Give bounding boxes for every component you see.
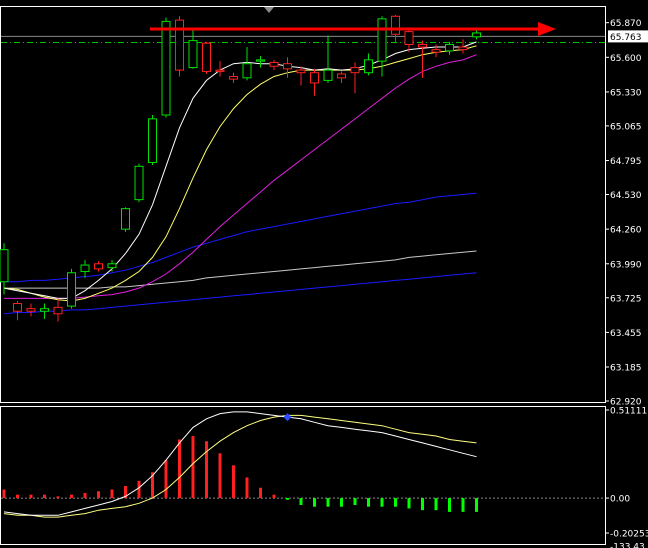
macd-histogram-bar	[448, 498, 451, 512]
candle-body	[107, 263, 117, 269]
macd-axis: 0.51111 0.00 -0.20253 -133.43	[605, 407, 648, 548]
candle-body	[148, 118, 157, 163]
candle-body	[418, 43, 427, 48]
price-tick-label: 64.795	[610, 157, 642, 167]
candle-body	[94, 263, 103, 270]
price-axis: 65.870 65.600 65.330 65.065 64.795 64.530 64.2…	[605, 19, 648, 408]
candle-body	[0, 249, 9, 283]
candle[interactable]	[67, 268, 76, 309]
macd-histogram-bar	[421, 498, 424, 511]
candle-body	[337, 73, 346, 79]
macd-panel[interactable]	[0, 406, 606, 545]
macd-histogram-bar	[407, 498, 411, 509]
macd-histogram-bar	[29, 494, 33, 499]
macd-tick-label: -0.20253	[610, 530, 648, 540]
candle-body	[229, 76, 238, 80]
macd-histogram-bar	[2, 489, 6, 499]
macd-histogram-bar	[43, 494, 46, 499]
candle-body	[134, 165, 144, 201]
macd-panel-frame	[0, 406, 606, 545]
macd-tick-label: 0.00	[610, 495, 630, 505]
macd-histogram-bar	[97, 491, 100, 499]
candle[interactable]	[202, 41, 211, 74]
macd-histogram-bar	[461, 498, 465, 512]
price-tick-label: 65.870	[610, 19, 642, 29]
candle-body	[40, 308, 49, 312]
candle-body	[377, 18, 387, 62]
current-price-label: 65.763	[610, 33, 642, 43]
candle-body	[242, 63, 252, 79]
macd-histogram-bar	[434, 498, 438, 511]
macd-tick-label: 0.51111	[610, 407, 647, 417]
macd-histogram-bar	[340, 498, 343, 507]
macd-histogram-bar	[380, 498, 384, 507]
macd-histogram-bar	[326, 498, 330, 507]
candle-body	[13, 303, 22, 312]
candle-body	[404, 31, 414, 45]
candle-body	[472, 32, 481, 38]
candle-body	[350, 67, 360, 74]
macd-histogram-bar	[191, 436, 195, 499]
macd-histogram-bar	[367, 498, 370, 507]
candle-body	[53, 306, 63, 315]
candle-body	[67, 272, 76, 307]
candle[interactable]	[148, 115, 157, 166]
price-panel-frame	[0, 6, 606, 403]
candle-body	[310, 72, 319, 84]
macd-histogram-bar	[353, 498, 357, 505]
macd-histogram-bar	[110, 489, 114, 499]
macd-histogram-bar	[164, 460, 168, 499]
macd-histogram-bar	[218, 453, 222, 499]
macd-histogram-bar	[83, 492, 87, 499]
price-tick-label: 65.600	[610, 54, 642, 64]
macd-histogram-bar	[16, 494, 19, 499]
candle-body	[202, 42, 211, 72]
candle[interactable]	[175, 16, 184, 77]
macd-histogram-bar	[178, 439, 181, 499]
macd-histogram-bar	[205, 441, 208, 499]
candle-body	[269, 61, 279, 67]
price-tick-label: 63.725	[610, 294, 642, 304]
macd-histogram-bar	[313, 498, 316, 507]
price-tick-label: 64.260	[610, 226, 642, 236]
price-panel[interactable]	[0, 6, 606, 403]
macd-histogram-bar	[394, 498, 397, 507]
trading-chart: 65.870 65.600 65.330 65.065 64.795 64.530 64.2…	[0, 6, 648, 548]
macd-histogram-bar	[475, 498, 478, 512]
candle-body	[215, 69, 225, 72]
candle-body	[26, 308, 36, 312]
macd-histogram-bar	[56, 496, 60, 499]
macd-histogram-bar	[259, 487, 262, 499]
macd-tick-label: -133.43	[610, 543, 645, 548]
price-tick-label: 63.185	[610, 364, 642, 374]
candle-body	[445, 43, 454, 52]
candle[interactable]	[161, 17, 171, 118]
macd-histogram-bar	[299, 498, 303, 505]
candle-body	[188, 40, 198, 69]
macd-histogram-bar	[137, 480, 141, 499]
price-tick-label: 63.990	[610, 260, 642, 270]
candle-body	[161, 20, 171, 116]
candle-body	[256, 59, 265, 62]
price-tick-label: 63.455	[610, 329, 642, 339]
candle-body	[121, 208, 130, 230]
candle-body	[431, 49, 441, 53]
macd-histogram-bar	[70, 494, 73, 499]
price-tick-label: 64.530	[610, 191, 642, 201]
candle-body	[323, 69, 333, 81]
macd-histogram-bar	[245, 477, 249, 499]
candle-body	[364, 59, 373, 74]
candle-body	[296, 69, 306, 74]
candle-body	[391, 15, 400, 35]
macd-histogram-bar	[286, 498, 289, 500]
candle[interactable]	[121, 207, 130, 232]
price-tick-label: 65.330	[610, 88, 642, 98]
candle-body	[283, 63, 292, 70]
price-tick-label: 65.065	[610, 122, 642, 132]
macd-histogram-bar	[232, 465, 235, 499]
candle-body	[80, 264, 90, 272]
candle-body	[458, 46, 468, 51]
macd-histogram-bar	[272, 494, 276, 499]
candle[interactable]	[134, 163, 144, 203]
